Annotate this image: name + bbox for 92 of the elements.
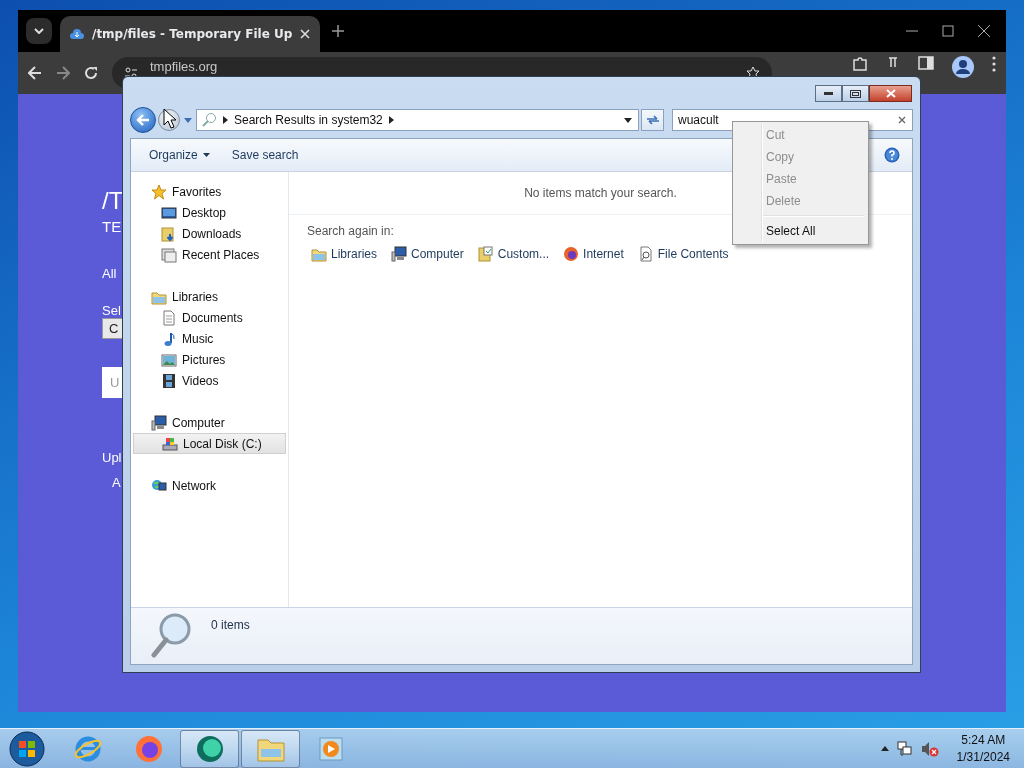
folder-icon [477,246,494,262]
menu-icon[interactable] [992,56,996,72]
url-text: tmpfiles.org [150,60,219,73]
network-icon [151,477,167,494]
close-button[interactable] [869,85,912,102]
muted-speaker-icon[interactable] [920,740,939,757]
nav-item[interactable]: Computer [133,412,286,433]
film-strip-icon [161,372,177,389]
nav-item[interactable]: Recent Places [133,244,286,265]
recent-places-icon [161,246,177,263]
caret-icon [624,117,632,123]
history-dropdown[interactable] [182,117,194,123]
minimize-icon [824,92,833,95]
search-location-link[interactable]: File Contents [637,246,729,262]
item-count: 0 items [211,618,250,632]
document-search-icon [637,246,654,262]
search-location-link[interactable]: Computer [391,246,464,262]
music-note-icon [161,330,177,347]
nav-item[interactable]: Libraries [133,286,286,307]
chevron-up-icon[interactable] [880,746,889,751]
page-text: All [102,266,117,281]
close-icon[interactable] [978,25,990,37]
address-bar[interactable]: Search Results in system32 [196,109,639,131]
page-text: A [112,475,121,490]
arrow-icon [388,116,394,124]
clock[interactable]: 5:24 AM 1/31/2024 [956,731,1010,766]
restore-icon [850,89,861,98]
section-label: Search again in: [307,224,394,238]
chevron-down-icon [34,28,44,34]
help-icon [884,147,900,163]
taskbar-app[interactable] [241,729,300,768]
browser-tab[interactable]: /tmp/files - Temporary File Up [60,16,321,52]
computer-icon [391,246,408,262]
drive-icon [162,435,178,452]
search-location-link[interactable]: Libraries [311,246,378,262]
reload-icon[interactable] [84,66,98,80]
nav-item[interactable]: Pictures [133,349,286,370]
back-arrow-icon[interactable] [28,66,42,80]
mouse-pointer-icon [163,108,177,129]
start-button-icon[interactable] [9,730,45,767]
search-location-link[interactable]: Custom... [477,246,550,262]
caret-icon [184,117,192,123]
choose-button[interactable]: C [102,318,122,339]
breadcrumb-item[interactable]: Search Results in system32 [234,113,383,127]
nav-item[interactable]: Favorites [133,181,286,202]
close-icon [898,116,906,124]
folder-icon [311,246,327,262]
forward-arrow-icon[interactable] [56,66,70,80]
monitor-icon [161,204,177,221]
profile-avatar-icon[interactable] [952,56,974,78]
nav-item[interactable]: Local Disk (C:) [133,433,286,454]
star-icon [151,183,167,200]
maximize-button[interactable] [842,85,869,102]
network-icon[interactable] [896,740,913,757]
maximize-icon[interactable] [942,25,954,37]
nav-item[interactable]: Desktop [133,202,286,223]
caret-icon [202,153,210,157]
refresh-arrows-icon [645,114,660,126]
magnifier-icon [151,612,193,658]
search-location-link[interactable]: Internet [563,246,624,262]
search-icon [201,112,217,128]
nav-item[interactable]: Music [133,328,286,349]
nav-item[interactable]: Documents [133,307,286,328]
clock-date: 1/31/2024 [956,748,1010,766]
nav-item[interactable]: Network [133,475,286,496]
new-tab-icon[interactable] [332,25,345,37]
field-label: Sel [102,303,121,318]
toolbar-button[interactable]: Save search [223,144,307,166]
close-icon [885,89,896,98]
page-text: Upl [102,450,122,465]
arrow-icon [223,116,228,124]
document-icon [161,309,177,326]
menu-item[interactable]: Select All [735,220,866,242]
tab-search-button[interactable] [26,18,52,44]
tab-title: /tmp/files - Temporary File Up [92,27,293,41]
picture-icon [161,351,177,368]
minimize-button[interactable] [815,85,842,102]
clock-time: 5:24 AM [961,731,1006,749]
back-arrow-icon [136,114,150,126]
page-subtitle: TE [102,217,122,237]
folder-icon [161,225,177,242]
help-button[interactable] [884,147,900,163]
computer-icon [151,414,167,431]
clear-button[interactable] [898,116,906,124]
cloud-icon [70,28,84,40]
back-button[interactable] [130,107,156,133]
nav-item[interactable]: Downloads [133,223,286,244]
organize-menu-button[interactable]: Organize [141,144,218,166]
nav-item[interactable]: Videos [133,370,286,391]
taskbar-app[interactable] [180,729,239,768]
side-panel-icon[interactable] [918,56,934,70]
page-heading: /T [102,186,124,216]
